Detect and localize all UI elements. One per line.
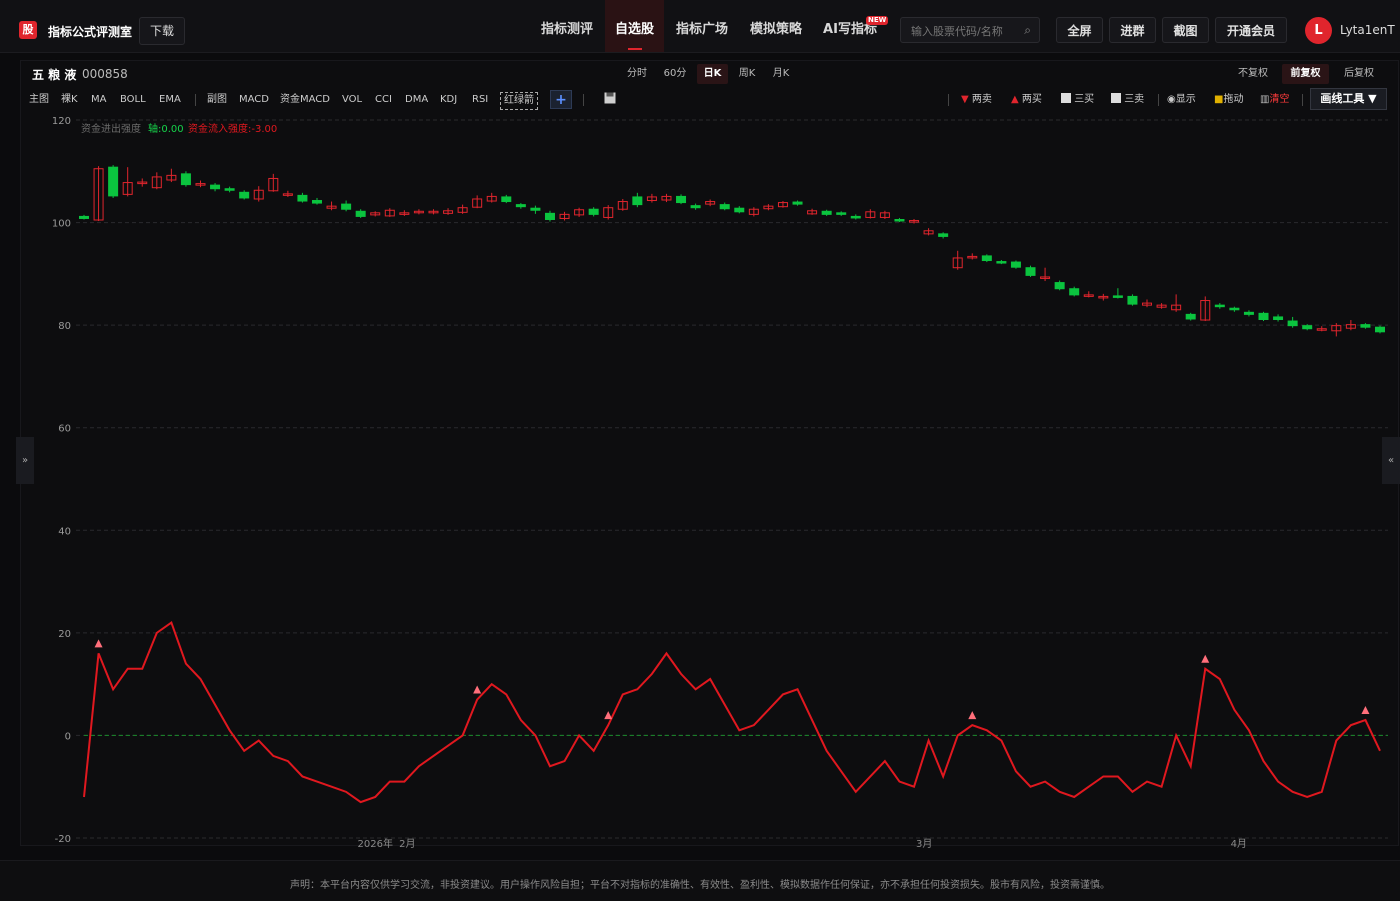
tool-bare-k[interactable]: 裸K: [61, 92, 78, 108]
period-intraday[interactable]: 分时: [622, 64, 652, 84]
tool-macd[interactable]: MACD: [239, 92, 269, 108]
sell-arrow-icon: ▼: [961, 94, 969, 105]
period-monthly[interactable]: 月K: [767, 64, 795, 84]
username[interactable]: Lyta1enT: [1340, 23, 1395, 37]
add-indicator-button[interactable]: +: [550, 90, 572, 109]
tool-main-chart[interactable]: 主图: [29, 92, 49, 108]
period-weekly[interactable]: 周K: [733, 64, 761, 84]
tool-cci[interactable]: CCI: [375, 92, 392, 108]
tool-dma[interactable]: DMA: [405, 92, 428, 108]
avatar[interactable]: L: [1305, 17, 1332, 44]
membership-button[interactable]: 开通会员: [1215, 17, 1287, 43]
adjust-none[interactable]: 不复权: [1233, 64, 1273, 84]
download-button[interactable]: 下载: [139, 17, 185, 45]
tool-three-buy[interactable]: 三买: [1061, 92, 1094, 108]
expand-left-icon[interactable]: »: [16, 437, 34, 484]
expand-right-icon[interactable]: «: [1382, 437, 1400, 484]
tool-three-sell[interactable]: 三卖: [1111, 92, 1144, 108]
adjust-forward[interactable]: 前复权: [1282, 64, 1329, 84]
tool-clear[interactable]: ▥清空: [1260, 92, 1289, 108]
tool-vol[interactable]: VOL: [342, 92, 362, 108]
tool-drag[interactable]: ■拖动: [1214, 92, 1243, 108]
toolbar-divider: [195, 94, 196, 106]
tool-show[interactable]: ◉显示: [1167, 92, 1196, 108]
nav-sim-strategy[interactable]: 模拟策略: [740, 0, 812, 52]
period-daily[interactable]: 日K: [697, 64, 728, 84]
tool-boll[interactable]: BOLL: [120, 92, 146, 108]
stock-name: 五 粮 液: [32, 68, 77, 82]
nav-watchlist[interactable]: 自选股: [605, 0, 664, 52]
toolbar-divider: [1158, 94, 1159, 106]
new-badge: NEW: [866, 16, 889, 25]
nav-indicator-square[interactable]: 指标广场: [665, 0, 739, 52]
toolbar-divider: [948, 94, 949, 106]
tool-rsi[interactable]: RSI: [472, 92, 488, 108]
app-logo-icon: 股: [19, 21, 37, 39]
trend-chart-icon: [1111, 93, 1121, 103]
fullscreen-button[interactable]: 全屏: [1056, 17, 1103, 43]
adjust-backward[interactable]: 后复权: [1338, 64, 1380, 84]
disclaimer: 声明：本平台内容仅供学习交流，非投资建议。用户操作风险自担；平台不对指标的准确性…: [290, 880, 1110, 891]
screenshot-button[interactable]: 截图: [1162, 17, 1209, 43]
nav-indicator-review[interactable]: 指标测评: [530, 0, 604, 52]
period-60min[interactable]: 60分: [658, 64, 692, 84]
stock-code: 000858: [82, 67, 128, 81]
tool-fund-macd[interactable]: 资金MACD: [280, 92, 330, 108]
tool-ma[interactable]: MA: [91, 92, 106, 108]
tool-ema[interactable]: EMA: [159, 92, 181, 108]
join-group-button[interactable]: 进群: [1109, 17, 1156, 43]
trend-chart-icon: [1061, 93, 1071, 103]
tool-sub-chart[interactable]: 副图: [207, 92, 227, 108]
tool-two-buy[interactable]: ▲ 两买: [1011, 92, 1042, 108]
toolbar-divider: [1302, 94, 1303, 106]
tool-kdj[interactable]: KDJ: [440, 92, 457, 108]
tool-two-sell[interactable]: ▼ 两卖: [961, 92, 992, 108]
chart-panel: [20, 60, 1399, 846]
search-icon[interactable]: ⌕: [1024, 23, 1031, 38]
tool-red-green-arrow[interactable]: 红绿箭: [500, 92, 538, 110]
eye-icon: ◉: [1167, 94, 1176, 105]
save-icon[interactable]: [604, 92, 616, 108]
draw-tool-dropdown[interactable]: 画线工具 ▼: [1310, 88, 1387, 110]
toolbar-divider: [583, 94, 584, 106]
buy-arrow-icon: ▲: [1011, 94, 1019, 105]
app-brand: 指标公式评测室: [48, 25, 133, 39]
search-input[interactable]: [909, 22, 1018, 40]
nav-ai-indicator[interactable]: AI写指标: [813, 0, 887, 52]
stock-search[interactable]: ⌕: [900, 17, 1040, 43]
